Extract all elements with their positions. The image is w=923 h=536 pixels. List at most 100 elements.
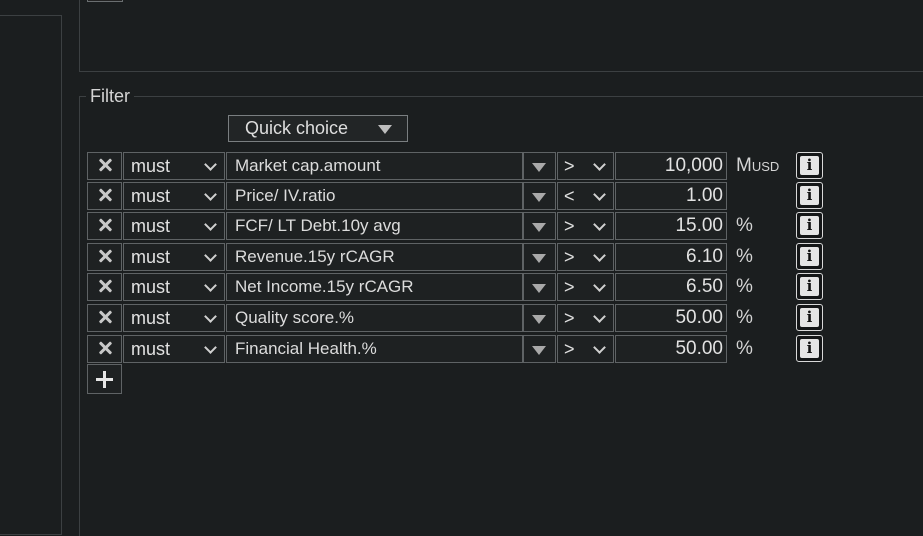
info-icon: i [800,156,819,175]
filter-legend: Filter [86,85,134,107]
plus-icon [96,371,113,388]
triangle-down-icon [532,284,546,293]
field-dropdown-button[interactable] [523,273,556,301]
chevron-down-icon [204,158,217,171]
top-panel-control[interactable] [87,0,123,2]
remove-filter-button[interactable] [87,335,122,363]
triangle-down-icon [378,125,392,134]
operator-select[interactable]: > [557,273,614,301]
operator-select[interactable]: > [557,212,614,240]
info-icon: i [800,216,819,235]
field-dropdown-button[interactable] [523,182,556,210]
info-icon: i [800,247,819,266]
chevron-down-icon [593,279,606,292]
unit-main: % [736,338,753,359]
remove-filter-button[interactable] [87,273,122,301]
field-name[interactable]: Price/ IV.ratio [226,182,523,210]
remove-filter-button[interactable] [87,212,122,240]
triangle-down-icon [532,315,546,324]
remove-filter-button[interactable] [87,152,122,180]
operator-value: > [564,247,575,267]
info-button[interactable]: i [796,182,823,209]
chevron-down-icon [593,249,606,262]
unit-main: % [736,276,753,297]
condition-value: must [131,247,171,267]
condition-select[interactable]: must [123,243,225,271]
remove-filter-button[interactable] [87,182,122,210]
field-name[interactable]: Financial Health.% [226,335,523,363]
triangle-down-icon [532,193,546,202]
info-button[interactable]: i [796,243,823,270]
unit-main: % [736,307,753,328]
info-button[interactable]: i [796,212,823,239]
info-icon: i [800,339,819,358]
filter-row: must Financial Health.% >50.00% i [0,335,923,363]
threshold-input[interactable]: 6.50 [615,273,727,301]
condition-select[interactable]: must [123,335,225,363]
field-dropdown-button[interactable] [523,304,556,332]
field-dropdown-button[interactable] [523,152,556,180]
filter-row: must Quality score.% >50.00% i [0,304,923,332]
triangle-down-icon [532,163,546,172]
operator-value: > [564,216,575,236]
field-dropdown-button[interactable] [523,335,556,363]
close-icon [98,249,112,263]
threshold-input[interactable]: 50.00 [615,304,727,332]
operator-select[interactable]: > [557,243,614,271]
chevron-down-icon [593,341,606,354]
chevron-down-icon [204,341,217,354]
unit-currency: USD [751,159,780,174]
unit-label: % [736,335,753,363]
operator-select[interactable]: < [557,182,614,210]
info-button[interactable]: i [796,304,823,331]
condition-select[interactable]: must [123,212,225,240]
close-icon [98,279,112,293]
threshold-input[interactable]: 6.10 [615,243,727,271]
info-button[interactable]: i [796,335,823,362]
field-name[interactable]: Quality score.% [226,304,523,332]
condition-value: must [131,308,171,328]
field-name[interactable]: Net Income.15y rCAGR [226,273,523,301]
threshold-input[interactable]: 50.00 [615,335,727,363]
field-dropdown-button[interactable] [523,212,556,240]
operator-select[interactable]: > [557,304,614,332]
condition-value: must [131,216,171,236]
info-icon: i [800,277,819,296]
condition-select[interactable]: must [123,304,225,332]
chevron-down-icon [204,218,217,231]
operator-value: < [564,186,575,206]
unit-main: % [736,215,753,236]
unit-label: % [736,212,753,240]
triangle-down-icon [532,346,546,355]
unit-label: MUSD [736,152,779,180]
operator-select[interactable]: > [557,335,614,363]
condition-select[interactable]: must [123,182,225,210]
field-name[interactable]: Market cap.amount [226,152,523,180]
condition-select[interactable]: must [123,152,225,180]
operator-value: > [564,339,575,359]
field-name[interactable]: FCF/ LT Debt.10y avg [226,212,523,240]
threshold-input[interactable]: 15.00 [615,212,727,240]
chevron-down-icon [204,188,217,201]
operator-value: > [564,277,575,297]
operator-select[interactable]: > [557,152,614,180]
info-button[interactable]: i [796,273,823,300]
chevron-down-icon [593,158,606,171]
remove-filter-button[interactable] [87,243,122,271]
field-dropdown-button[interactable] [523,243,556,271]
condition-value: must [131,277,171,297]
remove-filter-button[interactable] [87,304,122,332]
chevron-down-icon [204,279,217,292]
add-filter-button[interactable] [87,364,122,394]
close-icon [98,341,112,355]
condition-select[interactable]: must [123,273,225,301]
quick-choice-dropdown[interactable]: Quick choice [228,115,408,142]
info-button[interactable]: i [796,152,823,179]
field-name[interactable]: Revenue.15y rCAGR [226,243,523,271]
threshold-input[interactable]: 10,000 [615,152,727,180]
chevron-down-icon [593,218,606,231]
threshold-input[interactable]: 1.00 [615,182,727,210]
close-icon [98,188,112,202]
quick-choice-label: Quick choice [245,118,349,138]
close-icon [98,218,112,232]
